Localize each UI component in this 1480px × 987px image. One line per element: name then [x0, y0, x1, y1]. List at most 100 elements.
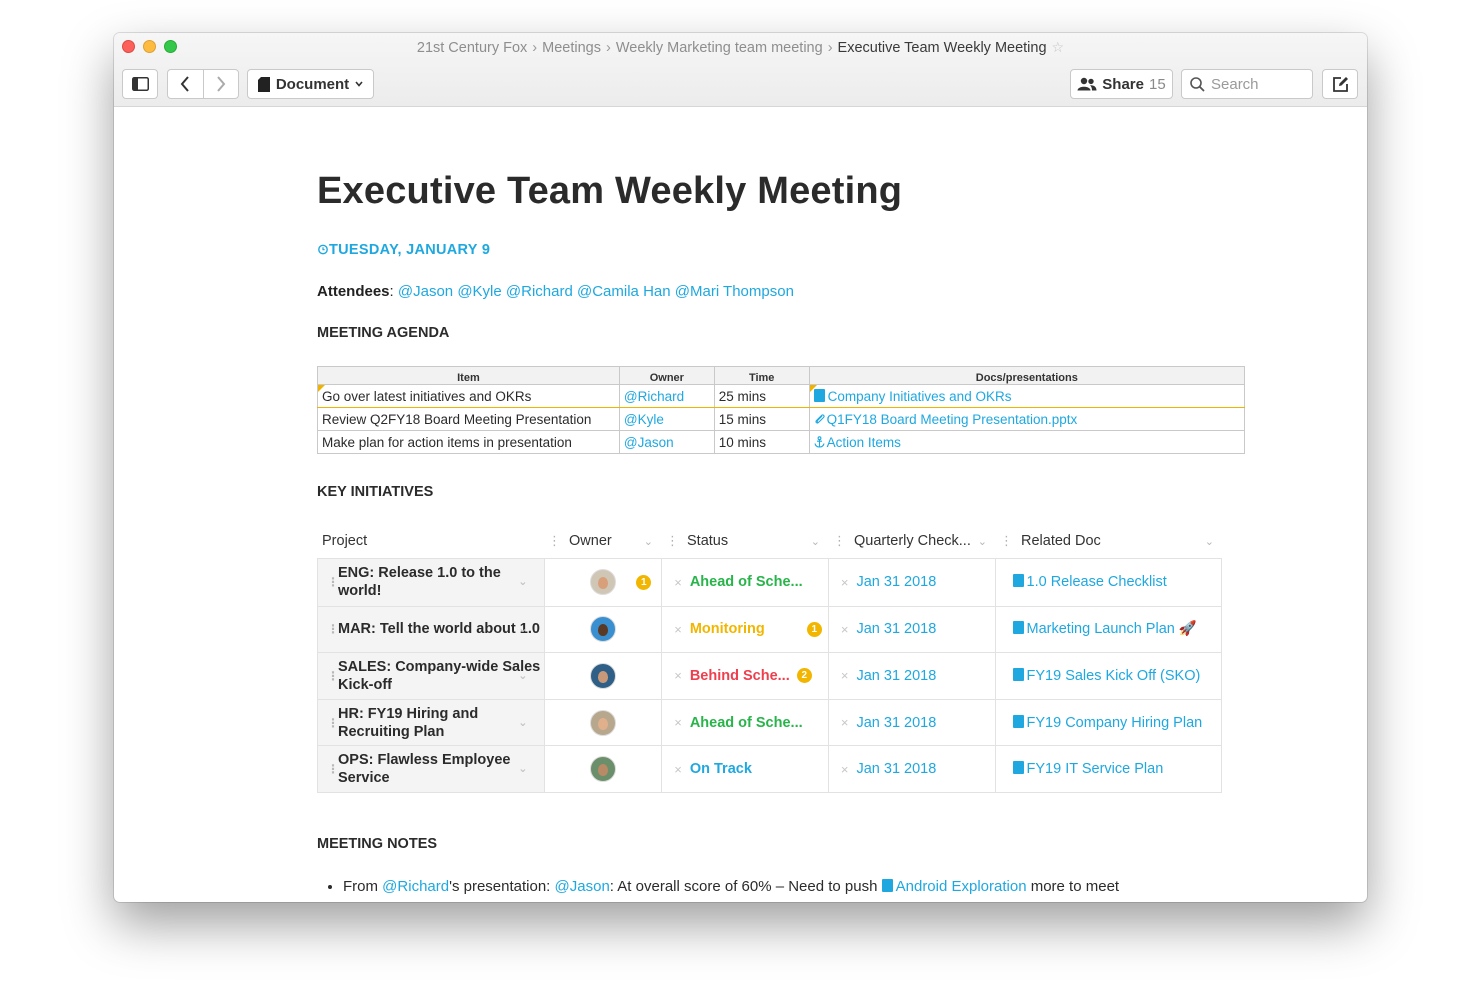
related-doc-link[interactable]: FY19 Company Hiring Plan	[1027, 715, 1203, 731]
status-cell[interactable]: × On Track	[661, 746, 828, 792]
related-doc-link[interactable]: FY19 Sales Kick Off (SKO)	[1027, 668, 1201, 684]
agenda-doc-cell[interactable]: Action Items	[808, 430, 1246, 454]
owner-cell[interactable]: 1	[543, 559, 662, 606]
search-box[interactable]: Search	[1181, 69, 1313, 99]
clear-icon[interactable]: ×	[841, 622, 849, 637]
clear-icon[interactable]: ×	[841, 762, 849, 777]
clear-icon[interactable]: ×	[674, 575, 682, 590]
agenda-time-cell[interactable]: 25 mins	[713, 384, 810, 408]
agenda-doc-link[interactable]: Q1FY18 Board Meeting Presentation.pptx	[827, 412, 1078, 427]
column-handle-icon[interactable]: ⋮	[666, 533, 679, 549]
agenda-item-cell[interactable]: Make plan for action items in presentati…	[317, 430, 620, 454]
agenda-doc-cell[interactable]: Company Initiatives and OKRs	[808, 384, 1246, 408]
check-date-cell[interactable]: × Jan 31 2018	[827, 699, 995, 746]
chevron-down-icon[interactable]: ⌄	[978, 535, 987, 548]
document-menu-button[interactable]: Document	[247, 69, 374, 99]
chevron-down-icon[interactable]: ⌄	[1205, 535, 1214, 548]
agenda-time-cell[interactable]: 10 mins	[713, 430, 810, 454]
clear-icon[interactable]: ×	[674, 622, 682, 637]
agenda-owner-cell[interactable]: @Kyle	[618, 407, 715, 431]
forward-button[interactable]	[202, 70, 238, 98]
chevron-down-icon[interactable]: ⌄	[811, 535, 820, 548]
check-date-cell[interactable]: × Jan 31 2018	[827, 653, 995, 699]
project-cell[interactable]: ⋮ MAR: Tell the world about 1.0 ⌄	[318, 606, 544, 653]
column-handle-icon[interactable]: ⋮	[1000, 533, 1013, 549]
chevron-down-icon[interactable]: ⌄	[518, 573, 527, 591]
owner-cell[interactable]	[543, 606, 662, 653]
compose-button[interactable]	[1322, 69, 1358, 99]
clear-icon[interactable]: ×	[674, 762, 682, 777]
column-handle-icon[interactable]: ⋮	[833, 533, 846, 549]
col-related-doc[interactable]: ⋮ Related Doc ⌄	[995, 524, 1222, 558]
drag-handle-icon[interactable]: ⋮	[327, 667, 339, 685]
meeting-date[interactable]: TUESDAY, JANUARY 9	[317, 242, 490, 258]
owner-cell[interactable]	[543, 699, 662, 746]
attendee-mention[interactable]: @Camila Han	[577, 283, 671, 300]
drag-handle-icon[interactable]: ⋮	[327, 760, 339, 778]
clear-icon[interactable]: ×	[841, 715, 849, 730]
status-cell[interactable]: × Monitoring 1	[661, 606, 828, 653]
project-cell[interactable]: ⋮ HR: FY19 Hiring and Recruiting Plan ⌄	[318, 699, 544, 746]
agenda-item-cell[interactable]: Go over latest initiatives and OKRs	[317, 384, 620, 408]
mention-richard[interactable]: @Richard	[382, 878, 449, 895]
mention-jason[interactable]: @Jason	[555, 878, 610, 895]
related-doc-cell[interactable]: FY19 Sales Kick Off (SKO)	[994, 653, 1222, 699]
owner-cell[interactable]	[543, 653, 662, 699]
column-handle-icon[interactable]: ⋮	[548, 533, 561, 549]
chevron-down-icon[interactable]: ⌄	[518, 760, 527, 778]
attendee-mention[interactable]: @Richard	[506, 283, 573, 300]
attendee-mention[interactable]: @Jason	[398, 283, 453, 300]
clear-icon[interactable]: ×	[841, 668, 849, 683]
project-cell[interactable]: ⋮ ENG: Release 1.0 to the world! ⌄	[318, 559, 544, 606]
check-date-cell[interactable]: × Jan 31 2018	[827, 746, 995, 792]
col-status[interactable]: ⋮ Status ⌄	[661, 524, 828, 558]
col-quarterly-check[interactable]: ⋮ Quarterly Check... ⌄	[828, 524, 995, 558]
agenda-col-time[interactable]: Time	[713, 366, 810, 385]
check-date-cell[interactable]: × Jan 31 2018	[827, 559, 995, 606]
drag-handle-icon[interactable]: ⋮	[327, 714, 339, 732]
attendee-mention[interactable]: @Mari Thompson	[675, 283, 794, 300]
related-doc-cell[interactable]: Marketing Launch Plan 🚀	[994, 606, 1222, 653]
related-doc-link[interactable]: 1.0 Release Checklist	[1027, 574, 1167, 590]
related-doc-cell[interactable]: 1.0 Release Checklist	[994, 559, 1222, 606]
breadcrumb-item[interactable]: Weekly Marketing team meeting	[616, 40, 823, 56]
owner-cell[interactable]	[543, 746, 662, 792]
comment-count-badge[interactable]: 2	[796, 668, 812, 684]
chevron-down-icon[interactable]: ⌄	[518, 714, 527, 732]
project-cell[interactable]: ⋮ OPS: Flawless Employee Service ⌄	[318, 746, 544, 792]
status-cell[interactable]: × Behind Sche... 2	[661, 653, 828, 699]
agenda-owner-cell[interactable]: @Jason	[618, 430, 715, 454]
agenda-col-owner[interactable]: Owner	[618, 366, 715, 385]
status-cell[interactable]: × Ahead of Sche...	[661, 559, 828, 606]
related-doc-link[interactable]: FY19 IT Service Plan	[1027, 761, 1164, 777]
agenda-col-docs[interactable]: Docs/presentations	[808, 366, 1246, 385]
breadcrumb-item[interactable]: Meetings	[542, 40, 601, 56]
doc-link[interactable]: Android Exploration	[881, 878, 1027, 895]
drag-handle-icon[interactable]: ⋮	[327, 573, 339, 591]
chevron-down-icon[interactable]: ⌄	[644, 535, 653, 548]
agenda-item-cell[interactable]: Review Q2FY18 Board Meeting Presentation	[317, 407, 620, 431]
project-cell[interactable]: ⋮ SALES: Company-wide Sales Kick-off ⌄	[318, 653, 544, 699]
breadcrumb-item[interactable]: 21st Century Fox	[417, 40, 527, 56]
check-date-cell[interactable]: × Jan 31 2018	[827, 606, 995, 653]
agenda-time-cell[interactable]: 15 mins	[713, 407, 810, 431]
chevron-down-icon[interactable]: ⌄	[518, 667, 527, 685]
related-doc-cell[interactable]: FY19 IT Service Plan	[994, 746, 1222, 792]
back-button[interactable]	[168, 70, 203, 98]
agenda-col-item[interactable]: Item	[317, 366, 620, 385]
favorite-star-icon[interactable]: ☆	[1052, 39, 1065, 55]
agenda-doc-cell[interactable]: Q1FY18 Board Meeting Presentation.pptx	[808, 407, 1246, 431]
comment-count-badge[interactable]: 1	[636, 574, 652, 590]
toggle-sidebar-button[interactable]	[122, 69, 158, 99]
status-cell[interactable]: × Ahead of Sche...	[661, 699, 828, 746]
comment-count-badge[interactable]: 1	[806, 621, 822, 637]
agenda-doc-link[interactable]: Action Items	[827, 435, 901, 450]
agenda-owner-cell[interactable]: @Richard	[618, 384, 715, 408]
related-doc-link[interactable]: Marketing Launch Plan 🚀	[1027, 621, 1197, 637]
clear-icon[interactable]: ×	[674, 668, 682, 683]
clear-icon[interactable]: ×	[841, 575, 849, 590]
col-project[interactable]: Project	[317, 524, 543, 558]
attendee-mention[interactable]: @Kyle	[457, 283, 501, 300]
col-owner[interactable]: ⋮ Owner ⌄	[543, 524, 661, 558]
clear-icon[interactable]: ×	[674, 715, 682, 730]
